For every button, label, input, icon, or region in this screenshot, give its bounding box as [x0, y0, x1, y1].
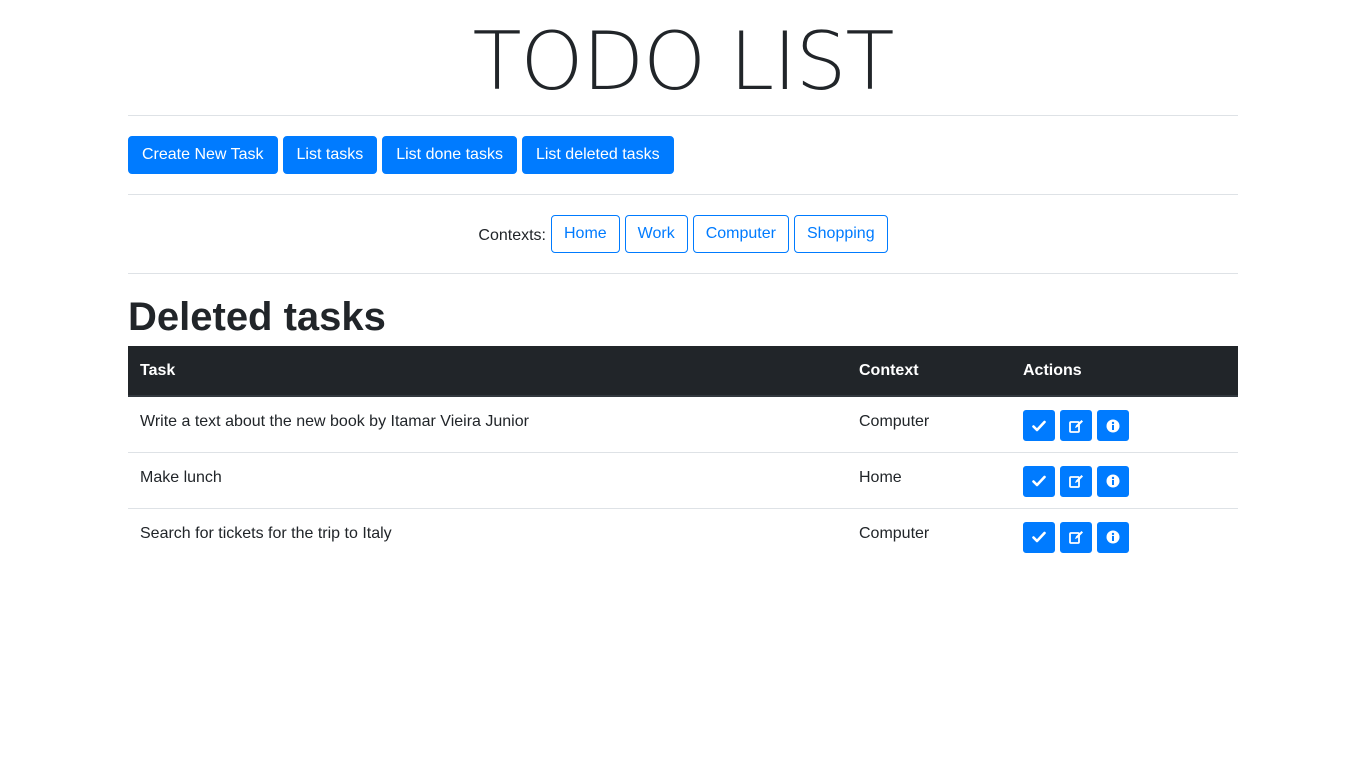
mark-done-button[interactable]	[1023, 465, 1055, 497]
edit-button[interactable]	[1060, 521, 1092, 553]
check-icon	[1032, 531, 1046, 543]
actions-cell	[1011, 452, 1238, 509]
tasks-table: Task Context Actions Write a text about …	[128, 346, 1238, 564]
contexts-label: Contexts:	[478, 227, 546, 244]
task-cell: Make lunch	[128, 452, 847, 509]
edit-icon	[1068, 419, 1083, 433]
column-header-task: Task	[128, 346, 847, 397]
section-title: Deleted tasks	[128, 295, 386, 339]
table-header-row: Task Context Actions	[128, 346, 1238, 397]
actions-cell	[1011, 396, 1238, 453]
mark-done-button[interactable]	[1023, 410, 1055, 441]
actions-cell	[1011, 508, 1238, 564]
page-container: TODO LIST Create New Task List tasks Lis…	[128, 0, 1238, 564]
info-button[interactable]	[1097, 465, 1129, 497]
context-shopping-button[interactable]: Shopping	[793, 215, 888, 253]
check-icon	[1032, 420, 1046, 431]
task-cell: Search for tickets for the trip to Italy	[140, 524, 392, 542]
edit-icon	[1068, 531, 1083, 544]
edit-button[interactable]	[1060, 410, 1092, 441]
context-home-button[interactable]: Home	[550, 215, 620, 253]
task-cell: Write a text about the new book by Itama…	[128, 396, 847, 453]
table-row: Make lunch Home	[128, 452, 1238, 509]
create-new-task-button[interactable]: Create New Task	[128, 136, 278, 174]
info-icon	[1106, 474, 1120, 488]
context-cell: Computer	[847, 396, 1011, 453]
table-row: Search for tickets for the trip to Italy…	[128, 508, 1238, 564]
context-cell: Home	[847, 452, 1011, 509]
app-title: TODO LIST	[472, 15, 895, 108]
edit-icon	[1068, 475, 1083, 488]
column-header-actions: Actions	[1011, 346, 1238, 397]
column-header-context: Context	[847, 346, 1011, 397]
table-row: Write a text about the new book by Itama…	[128, 396, 1238, 453]
context-filter: Contexts: Home Work Computer Shopping	[128, 195, 1238, 273]
check-icon	[1032, 475, 1046, 487]
info-icon	[1106, 530, 1120, 544]
info-icon	[1106, 419, 1120, 432]
context-computer-button[interactable]: Computer	[692, 215, 789, 253]
list-deleted-tasks-button[interactable]: List deleted tasks	[521, 136, 674, 174]
info-button[interactable]	[1097, 521, 1129, 553]
context-work-button[interactable]: Work	[624, 215, 688, 253]
info-button[interactable]	[1097, 410, 1129, 441]
context-cell: Computer	[859, 524, 930, 542]
edit-button[interactable]	[1060, 465, 1092, 497]
list-tasks-button[interactable]: List tasks	[282, 136, 378, 174]
list-done-tasks-button[interactable]: List done tasks	[382, 136, 517, 174]
mark-done-button[interactable]	[1023, 521, 1055, 553]
main-nav: Create New Task List tasks List done tas…	[128, 116, 1238, 194]
